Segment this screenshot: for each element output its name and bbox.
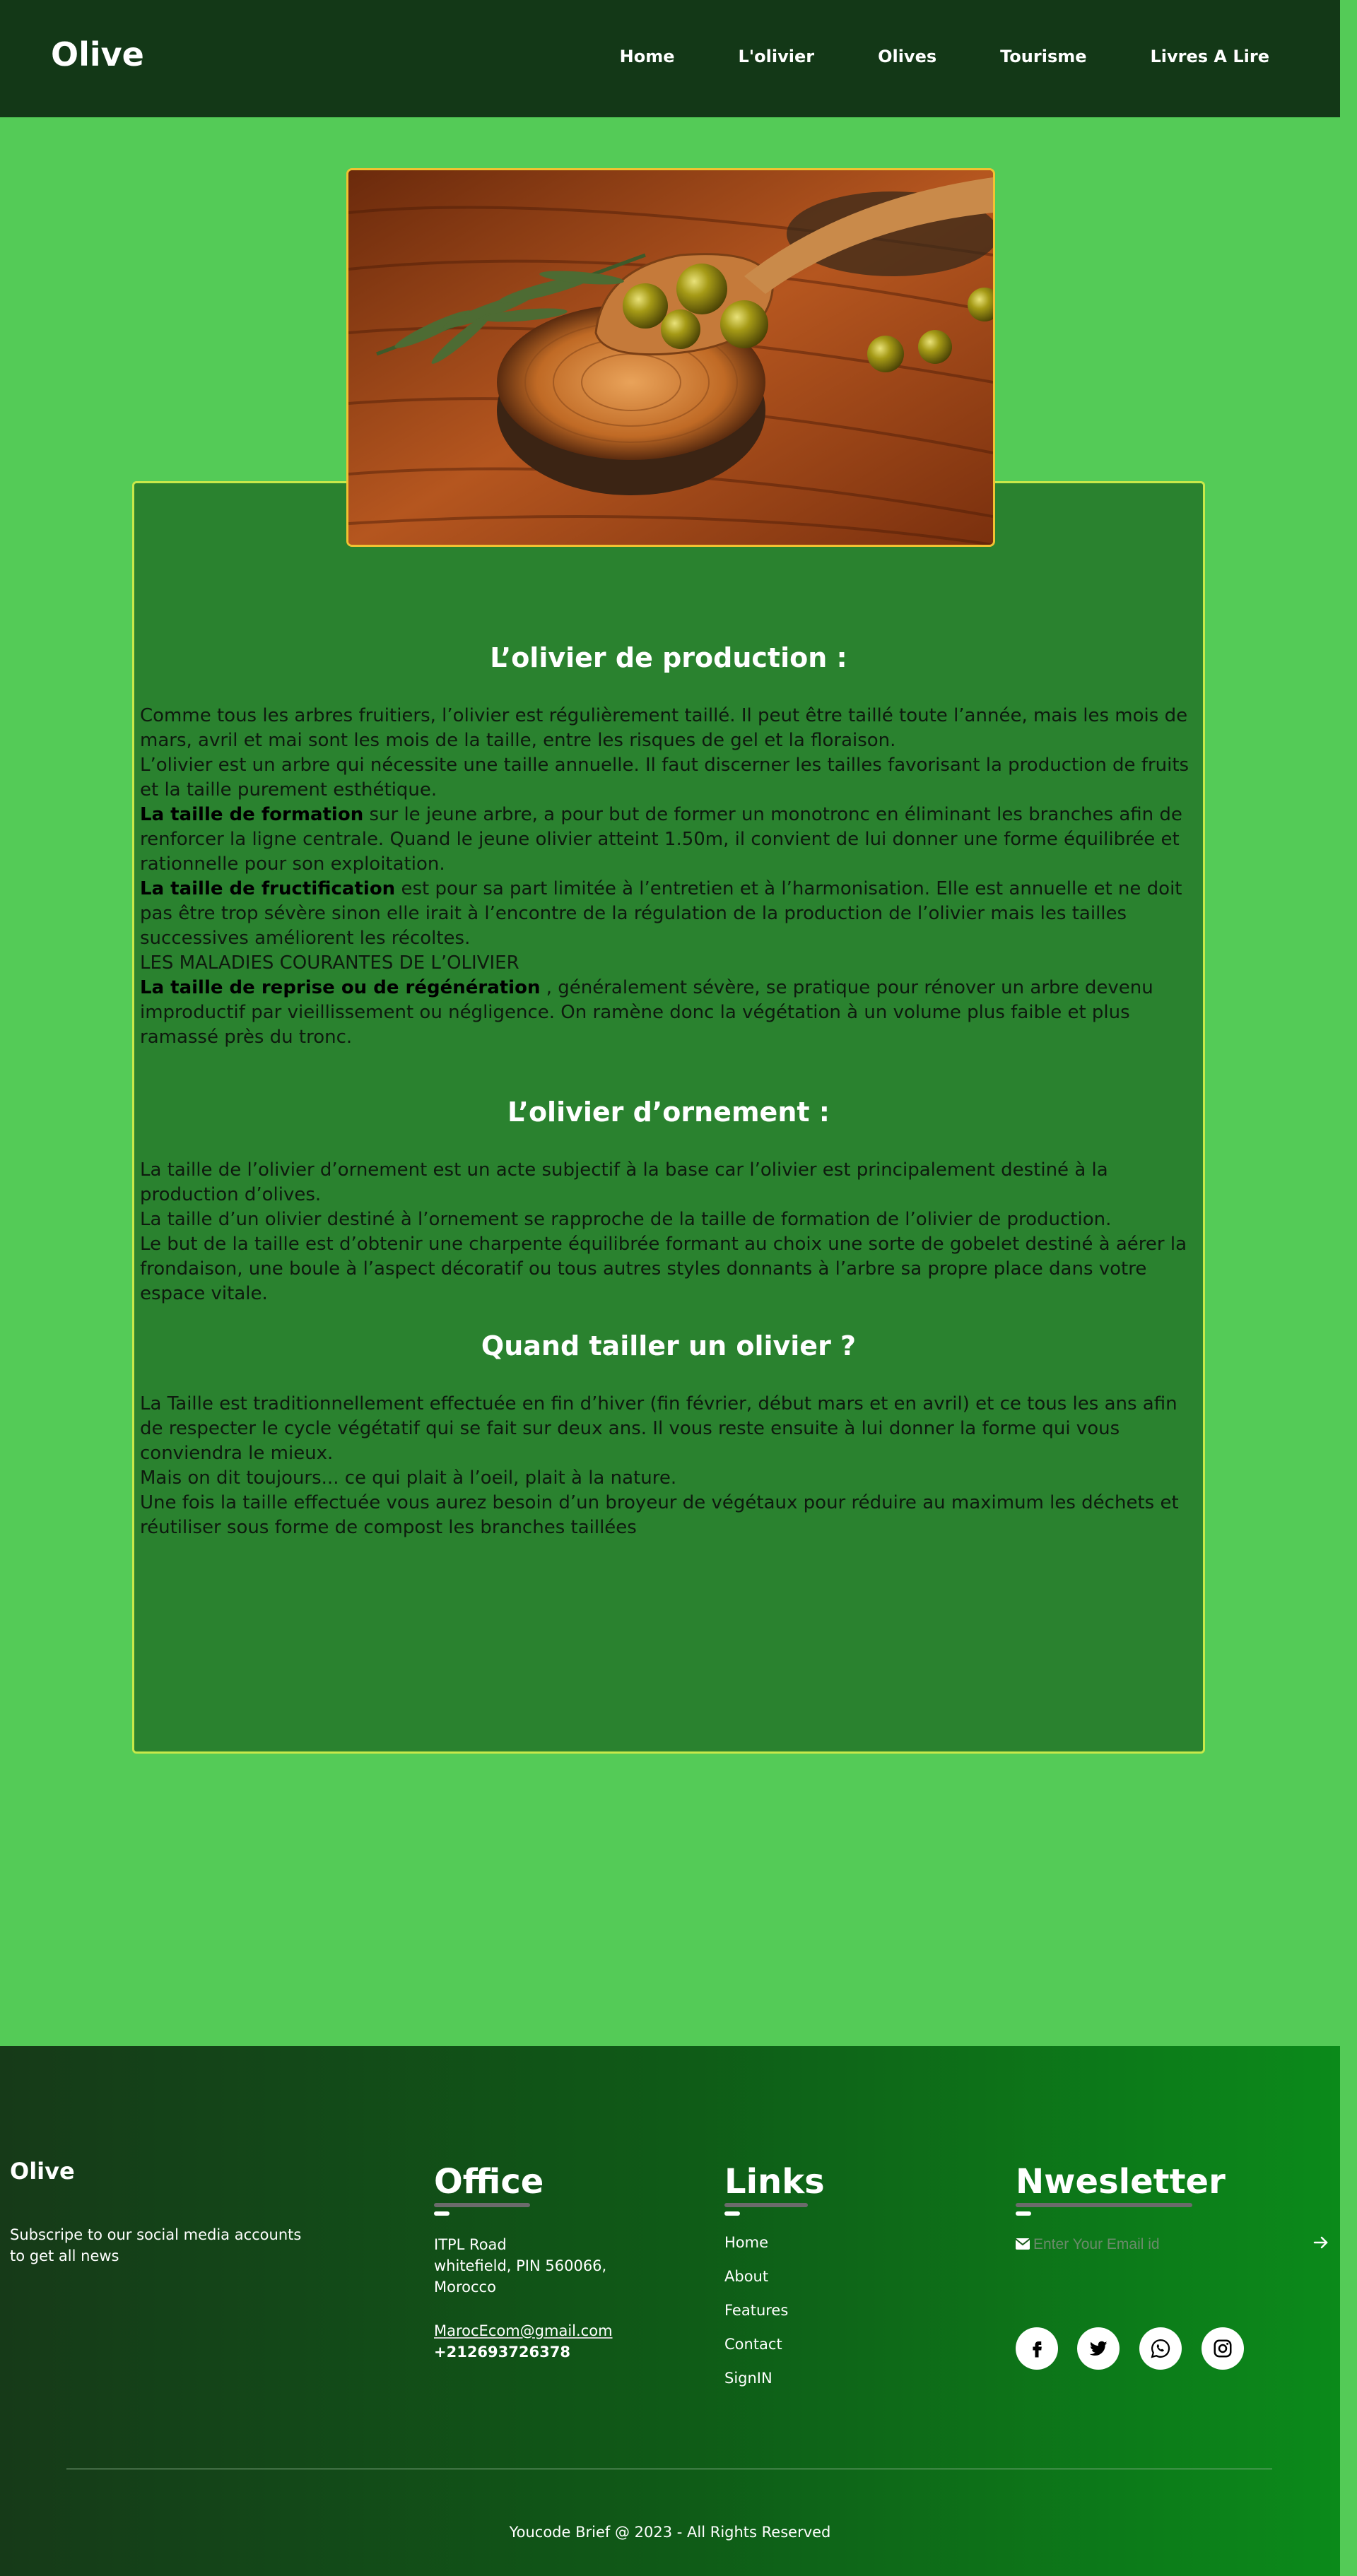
heading-text: Office	[434, 2162, 544, 2202]
footer-brand: Olive	[10, 2158, 75, 2185]
olives-illustration	[348, 170, 993, 545]
footer-link-about[interactable]: About	[724, 2268, 768, 2285]
section-body-quand: La Taille est traditionnellement effectu…	[140, 1392, 1202, 1540]
footer-link-home[interactable]: Home	[724, 2234, 768, 2251]
facebook-icon[interactable]	[1016, 2327, 1058, 2370]
paragraph: La Taille est traditionnellement effectu…	[140, 1393, 1177, 1464]
nav-link-olivier[interactable]: L'olivier	[738, 47, 814, 66]
heading-underline-accent	[724, 2211, 740, 2216]
section-title-ornement: L’olivier d’ornement :	[507, 1097, 830, 1128]
footer-office-address: ITPL Road whitefield, PIN 560066, Morocc…	[434, 2234, 606, 2298]
heading-text: Nwesletter	[1016, 2162, 1226, 2202]
section-title-production: L’olivier de production :	[490, 642, 847, 673]
nav-links: Home L'olivier Olives Tourisme Livres A …	[556, 47, 1269, 66]
paragraph: La taille d’un olivier destiné à l’ornem…	[140, 1209, 1112, 1230]
nav-link-tourisme[interactable]: Tourisme	[1000, 47, 1086, 66]
bold-term: La taille de formation	[140, 804, 364, 825]
heading-underline	[1016, 2203, 1192, 2207]
instagram-icon[interactable]	[1202, 2327, 1244, 2370]
address-line: Morocco	[434, 2279, 496, 2296]
footer-link-contact[interactable]: Contact	[724, 2336, 782, 2353]
footer-copyright: Youcode Brief @ 2023 - All Rights Reserv…	[509, 2524, 831, 2541]
paragraph: La taille de reprise ou de régénération …	[140, 976, 1202, 1050]
address-line: whitefield, PIN 560066,	[434, 2257, 607, 2274]
heading-underline	[724, 2203, 808, 2207]
nav-link-home[interactable]: Home	[620, 47, 675, 66]
heading-underline	[434, 2203, 530, 2207]
address-line: ITPL Road	[434, 2236, 507, 2253]
scrollbar-gutter	[1340, 0, 1357, 2576]
footer-links-heading: Links	[724, 2162, 825, 2216]
hero-image-olives	[346, 168, 995, 547]
bold-term: La taille de reprise ou de régénération	[140, 977, 541, 998]
nav-link-olives[interactable]: Olives	[878, 47, 936, 66]
twitter-icon[interactable]	[1077, 2327, 1120, 2370]
brand-logo[interactable]: Olive	[51, 35, 144, 73]
nav-link-livres[interactable]: Livres A Lire	[1151, 47, 1269, 66]
section-title-quand: Quand tailler un olivier ?	[481, 1330, 857, 1361]
section-body-production: Comme tous les arbres fruitiers, l’olivi…	[140, 704, 1202, 1050]
content-card: L’olivier de production : Comme tous les…	[132, 481, 1205, 1754]
paragraph: Une fois la taille effectuée vous aurez …	[140, 1492, 1179, 1538]
whatsapp-icon[interactable]	[1139, 2327, 1182, 2370]
mail-icon	[1015, 2238, 1030, 2252]
paragraph: La taille de formation sur le jeune arbr…	[140, 803, 1202, 877]
arrow-right-icon[interactable]	[1313, 2235, 1329, 2252]
heading-text: Links	[724, 2162, 825, 2202]
footer-office-heading: Office	[434, 2162, 544, 2216]
paragraph: La taille de l’olivier d’ornement est un…	[140, 1159, 1108, 1205]
heading-underline-accent	[434, 2211, 450, 2216]
paragraph: Comme tous les arbres fruitiers, l’olivi…	[140, 705, 1188, 751]
footer-phone: +212693726378	[434, 2344, 570, 2361]
paragraph: L’olivier est un arbre qui nécessite une…	[140, 755, 1189, 800]
heading-underline-accent	[1016, 2211, 1031, 2216]
bold-term: La taille de fructification	[140, 878, 396, 899]
footer: Olive Subscripe to our social media acco…	[0, 2046, 1340, 2576]
section-body-ornement: La taille de l’olivier d’ornement est un…	[140, 1158, 1202, 1306]
newsletter-email-input[interactable]	[1032, 2233, 1303, 2257]
footer-newsletter-heading: Nwesletter	[1016, 2162, 1226, 2216]
paragraph: La taille de fructification est pour sa …	[140, 877, 1202, 951]
paragraph: LES MALADIES COURANTES DE L’OLIVIER	[140, 952, 519, 974]
footer-link-signin[interactable]: SignIN	[724, 2370, 773, 2387]
paragraph: Le but de la taille est d’obtenir une ch…	[140, 1234, 1187, 1304]
paragraph: Mais on dit toujours... ce qui plait à l…	[140, 1467, 677, 1489]
navbar: Olive Home L'olivier Olives Tourisme Liv…	[0, 0, 1340, 117]
footer-link-features[interactable]: Features	[724, 2302, 788, 2319]
footer-subscribe-text: Subscripe to our social media accounts t…	[10, 2226, 302, 2264]
footer-email-link[interactable]: MarocEcom@gmail.com	[434, 2320, 613, 2341]
